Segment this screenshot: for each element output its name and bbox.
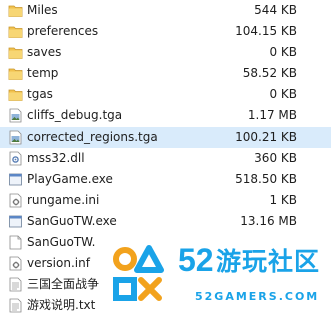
file-name: tgas [27,87,53,102]
file-row[interactable]: cliffs_debug.tga 1.17 MB [0,105,331,126]
file-size: 0 KB [269,87,297,102]
blank-file-icon [8,235,23,250]
settings-file-icon [8,193,23,208]
folder-icon [8,45,23,60]
file-name: 游戏说明.txt [27,298,96,313]
folder-icon [8,3,23,18]
folder-icon [8,24,23,39]
file-name: PlayGame.exe [27,171,113,186]
file-size: 13.16 MB [240,213,297,228]
file-size: 1.17 MB [247,108,297,123]
folder-icon [8,66,23,81]
watermark-title: 游玩社区 [216,247,321,276]
gamepad-symbols-logo-icon [113,245,164,301]
folder-icon [8,87,23,102]
exe-file-icon [8,172,23,187]
file-size: 544 KB [254,3,297,17]
exe-file-icon [8,214,23,229]
file-name: preferences [27,24,99,39]
image-file-icon [8,130,23,145]
file-name: cliffs_debug.tga [27,108,123,123]
file-row[interactable]: tgas 0 KB [0,84,331,105]
image-file-icon [8,108,23,123]
site-watermark: 52 游玩社区 52GAMERS.COM [103,234,331,317]
text-file-icon [8,298,23,313]
file-row[interactable]: mss32.dll 360 KB [0,148,331,169]
settings-file-icon [8,256,23,271]
file-name: rungame.ini [27,192,100,207]
file-name: SanGuoTW. [27,235,96,250]
file-name: SanGuoTW.exe [27,213,117,228]
file-name: mss32.dll [27,150,85,165]
file-row[interactable]: saves 0 KB [0,42,331,63]
file-row[interactable]: rungame.ini 1 KB [0,190,331,211]
file-size: 518.50 KB [235,171,297,186]
file-row[interactable]: temp 58.52 KB [0,63,331,84]
file-name: Miles [27,3,58,17]
text-file-icon [8,277,23,292]
file-row[interactable]: SanGuoTW.exe 13.16 MB [0,211,331,232]
watermark-number: 52 [178,242,214,278]
file-name: saves [27,45,62,60]
file-name: 三国全面战争 [27,277,100,292]
dll-file-icon [8,151,23,166]
file-row-selected[interactable]: corrected_regions.tga 100.21 KB [0,126,331,148]
file-size: 1 KB [269,192,297,207]
file-size: 0 KB [269,45,297,60]
file-name: corrected_regions.tga [27,129,158,144]
file-name: temp [27,66,59,81]
file-row[interactable]: PlayGame.exe 518.50 KB [0,169,331,190]
file-size: 104.15 KB [235,24,297,39]
file-row[interactable]: preferences 104.15 KB [0,21,331,42]
file-size: 360 KB [254,150,297,165]
file-size: 100.21 KB [235,129,297,144]
file-name: version.inf [27,256,90,271]
watermark-url: 52GAMERS.COM [195,290,320,303]
file-size: 58.52 KB [242,66,297,81]
file-row[interactable]: Miles 544 KB [0,0,331,21]
